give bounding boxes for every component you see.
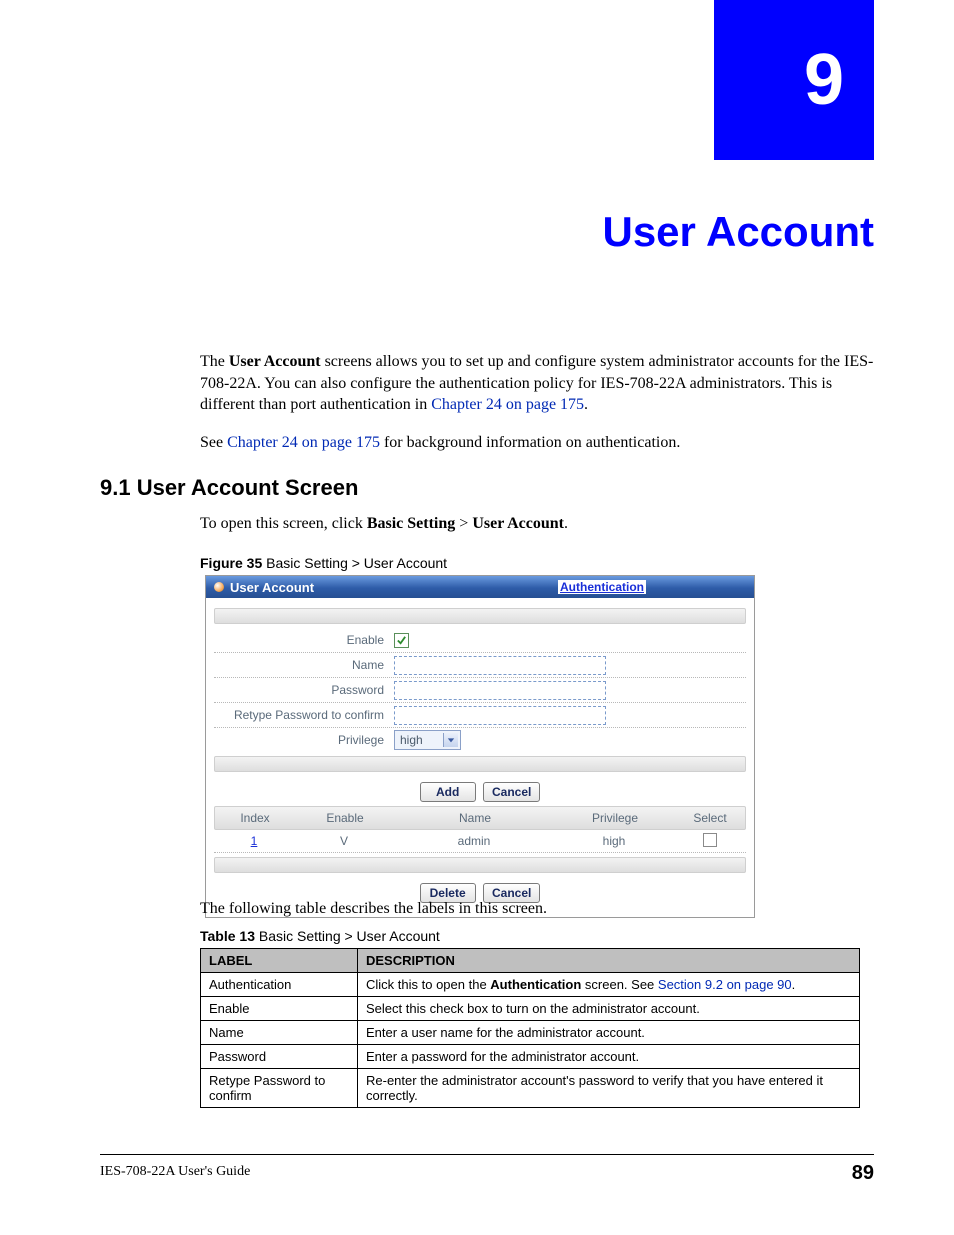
label-password: Password <box>214 683 394 697</box>
cancel-button[interactable]: Cancel <box>483 782 540 802</box>
cell-name: admin <box>394 834 554 848</box>
panel-body: Enable Name Password Retype Password to … <box>206 598 754 917</box>
name-input[interactable] <box>394 656 606 675</box>
header-dot-icon <box>214 582 224 592</box>
table-row: Name Enter a user name for the administr… <box>201 1021 860 1045</box>
chevron-down-icon <box>443 733 458 747</box>
cell-desc: Enter a user name for the administrator … <box>358 1021 860 1045</box>
add-button[interactable]: Add <box>420 782 476 802</box>
description-table: LABEL DESCRIPTION Authentication Click t… <box>200 948 860 1108</box>
select-checkbox[interactable] <box>703 833 717 847</box>
table-row: Password Enter a password for the admini… <box>201 1045 860 1069</box>
intro-p1: The User Account screens allows you to s… <box>200 351 874 416</box>
divider <box>214 756 746 772</box>
chapter-number: 9 <box>804 39 844 121</box>
row-retype: Retype Password to confirm <box>214 703 746 728</box>
section-heading: 9.1 User Account Screen <box>100 475 358 501</box>
figure-caption: Figure 35 Basic Setting > User Account <box>200 555 447 571</box>
th-desc: DESCRIPTION <box>358 949 860 973</box>
link-chapter-24a[interactable]: Chapter 24 on page 175 <box>431 396 584 413</box>
divider <box>214 857 746 873</box>
table-head-row: LABEL DESCRIPTION <box>201 949 860 973</box>
index-link[interactable]: 1 <box>251 834 258 848</box>
intro-p2: See Chapter 24 on page 175 for backgroun… <box>200 432 874 454</box>
privilege-select[interactable]: high <box>394 730 461 750</box>
section-intro: To open this screen, click Basic Setting… <box>200 515 874 533</box>
user-account-panel: User Account Authentication Enable Name … <box>205 575 755 918</box>
col-enable: Enable <box>295 811 395 825</box>
panel-header: User Account Authentication <box>206 576 754 598</box>
row-enable: Enable <box>214 628 746 653</box>
row-password: Password <box>214 678 746 703</box>
retype-password-input[interactable] <box>394 706 606 725</box>
chapter-number-block: 9 <box>714 0 874 160</box>
cell-desc: Select this check box to turn on the adm… <box>358 997 860 1021</box>
page: 9 User Account The User Account screens … <box>0 0 954 1235</box>
authentication-link[interactable]: Authentication <box>558 580 646 594</box>
cell-label: Password <box>201 1045 358 1069</box>
cell-desc: Enter a password for the administrator a… <box>358 1045 860 1069</box>
chapter-title: User Account <box>602 208 874 256</box>
cell-label: Retype Password to confirm <box>201 1069 358 1108</box>
row-name: Name <box>214 653 746 678</box>
link-chapter-24b[interactable]: Chapter 24 on page 175 <box>227 434 380 451</box>
table-row: Retype Password to confirm Re-enter the … <box>201 1069 860 1108</box>
cell-enable: V <box>294 834 394 848</box>
page-number: 89 <box>852 1162 874 1185</box>
col-name: Name <box>395 811 555 825</box>
cell-label: Authentication <box>201 973 358 997</box>
label-name: Name <box>214 658 394 672</box>
divider <box>214 608 746 624</box>
th-label: LABEL <box>201 949 358 973</box>
label-privilege: Privilege <box>214 733 394 747</box>
table-row: Enable Select this check box to turn on … <box>201 997 860 1021</box>
cell-label: Enable <box>201 997 358 1021</box>
link-section-9-2[interactable]: Section 9.2 on page 90 <box>658 977 792 992</box>
password-input[interactable] <box>394 681 606 700</box>
panel-title: User Account <box>230 580 314 595</box>
list-row: 1 V admin high <box>214 830 746 853</box>
col-index: Index <box>215 811 295 825</box>
table-row: Authentication Click this to open the Au… <box>201 973 860 997</box>
enable-checkbox[interactable] <box>394 633 409 648</box>
row-privilege: Privilege high <box>214 728 746 752</box>
after-figure-text: The following table describes the labels… <box>200 900 874 918</box>
label-retype: Retype Password to confirm <box>214 708 394 722</box>
cell-desc: Re-enter the administrator account's pas… <box>358 1069 860 1108</box>
intro-paragraphs: The User Account screens allows you to s… <box>200 335 874 469</box>
button-row-top: Add Cancel <box>214 776 746 806</box>
cell-label: Name <box>201 1021 358 1045</box>
footer-rule <box>100 1154 874 1155</box>
col-priv: Privilege <box>555 811 675 825</box>
cell-priv: high <box>554 834 674 848</box>
footer-left: IES-708-22A User's Guide <box>100 1164 250 1180</box>
col-select: Select <box>675 811 745 825</box>
label-enable: Enable <box>214 633 394 647</box>
table-caption: Table 13 Basic Setting > User Account <box>200 928 440 944</box>
cell-desc: Click this to open the Authentication sc… <box>358 973 860 997</box>
list-header: Index Enable Name Privilege Select <box>214 806 746 830</box>
